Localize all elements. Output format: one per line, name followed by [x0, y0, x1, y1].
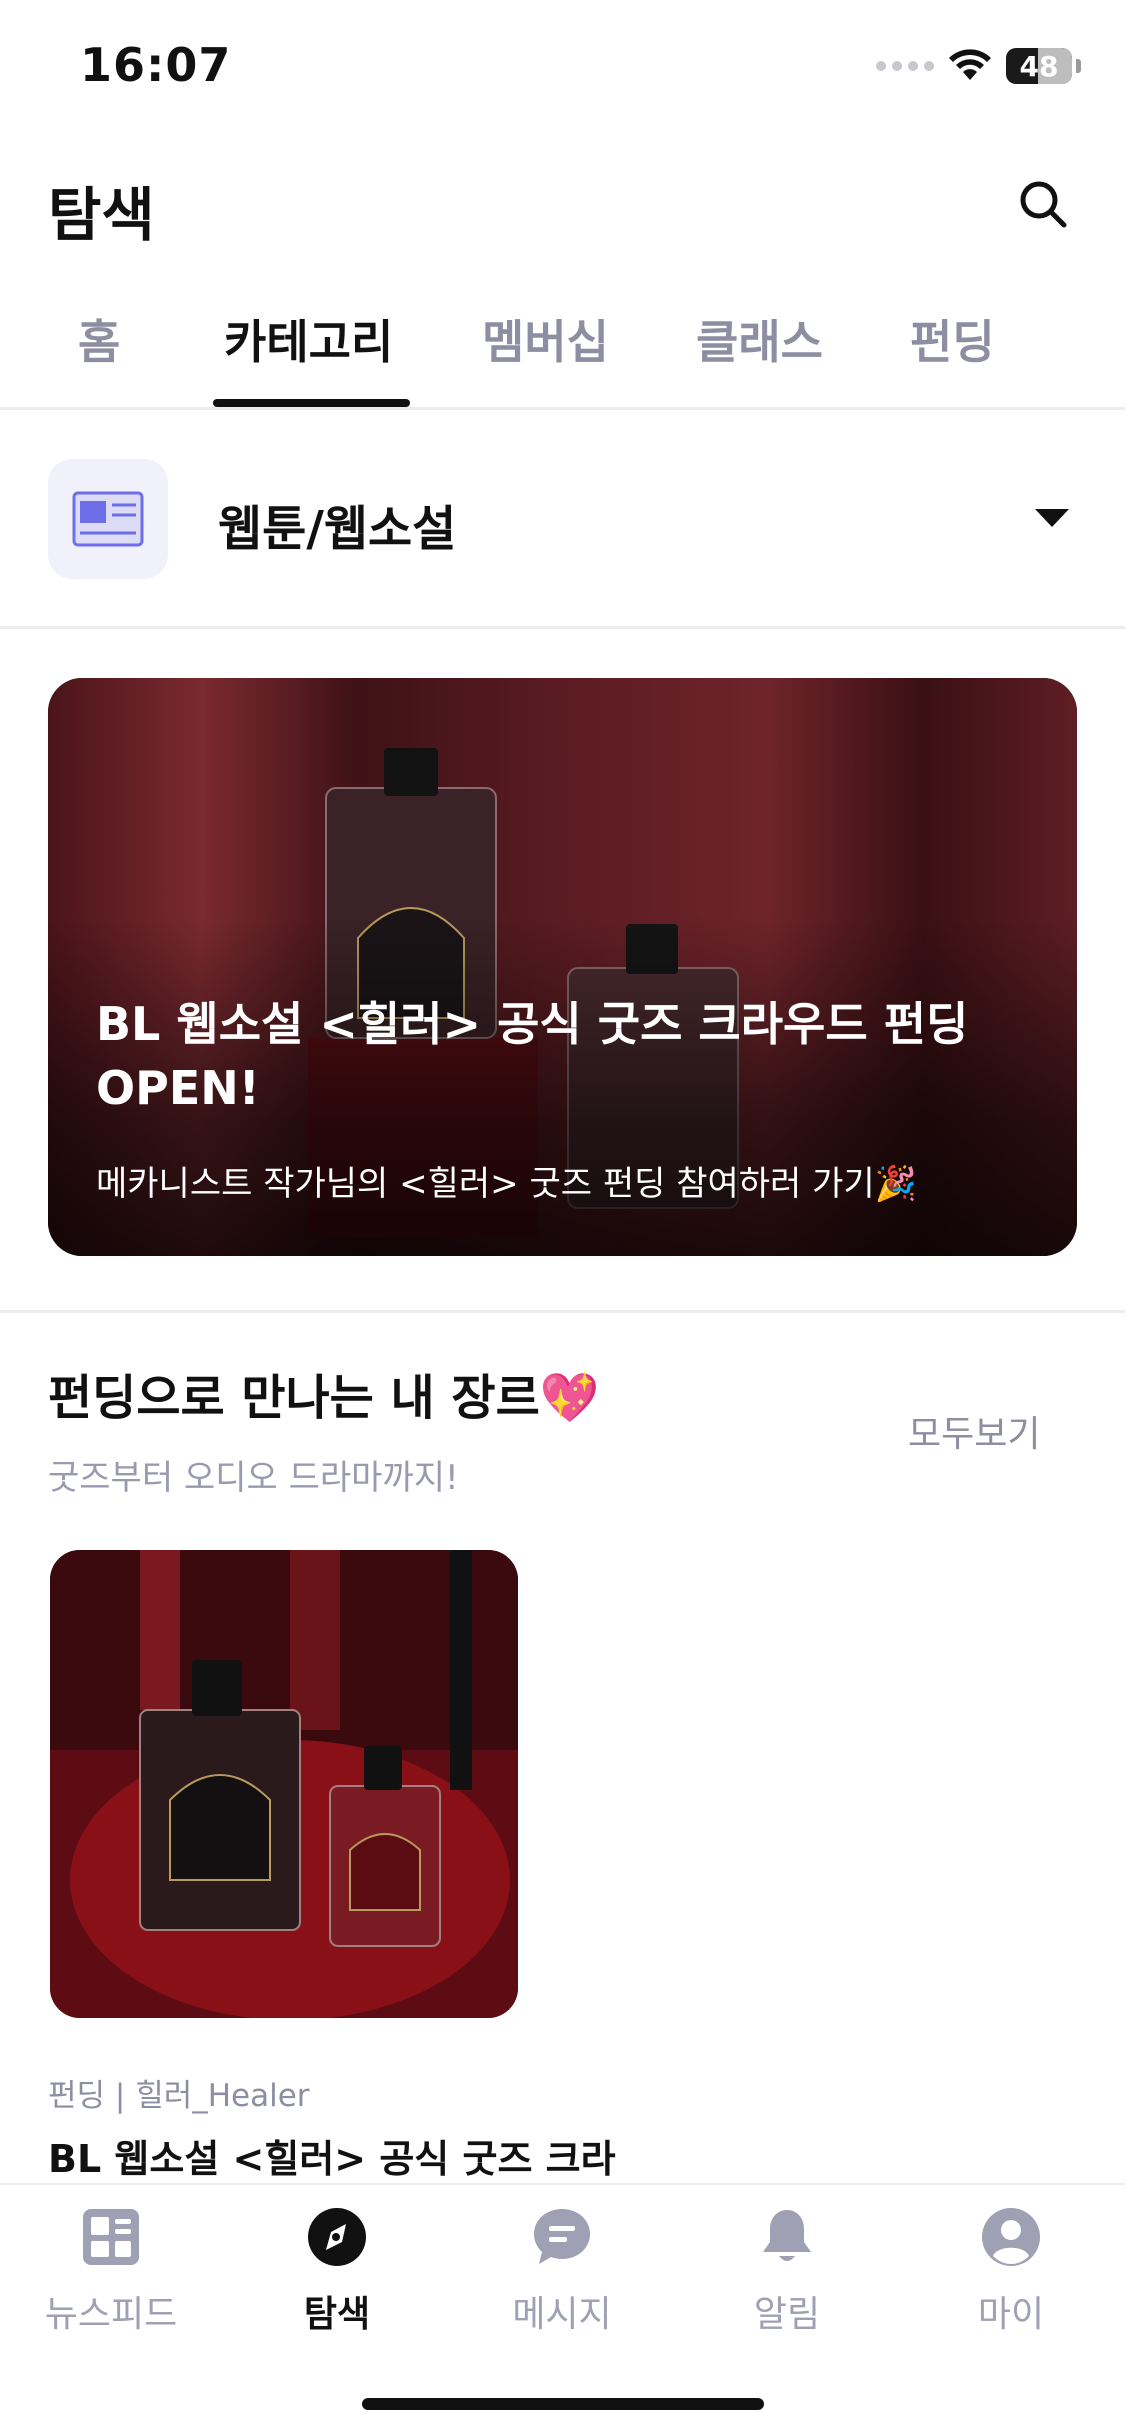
- webtoon-book-icon: [72, 491, 144, 547]
- category-label: 웹툰/웹소설: [218, 501, 457, 557]
- page-title: 탐색: [48, 181, 155, 249]
- cellular-signal-icon: [876, 61, 934, 71]
- category-selector[interactable]: 웹툰/웹소설: [0, 413, 1125, 629]
- nav-item-explore[interactable]: 탐색: [247, 2205, 427, 2355]
- banner-subtitle: 메카니스트 작가님의 <힐러> 굿즈 펀딩 참여하러 가기🎉: [96, 1164, 918, 1204]
- profile-icon: [979, 2205, 1043, 2269]
- promo-banner[interactable]: BL 웹소설 <힐러> 공식 굿즈 크라우드 펀딩 OPEN! 메카니스트 작가…: [48, 678, 1077, 1256]
- perfume-product-image: [50, 1550, 518, 2018]
- active-tab-indicator: [213, 399, 410, 407]
- header: 탐색: [0, 150, 1125, 260]
- tab-home[interactable]: 홈: [78, 306, 120, 372]
- card-meta: 펀딩 | 힐러_Healer: [48, 2078, 310, 2114]
- nav-label-my: 마이: [977, 2294, 1045, 2335]
- nav-item-my[interactable]: 마이: [921, 2205, 1101, 2355]
- search-icon: [1020, 181, 1067, 228]
- tab-funding[interactable]: 펀딩: [910, 306, 995, 372]
- bottom-navigation: 뉴스피드 탐색 메시지 알림 마이: [0, 2183, 1125, 2436]
- see-all-link[interactable]: 모두보기: [908, 1405, 1040, 1457]
- tab-class[interactable]: 클래스: [696, 306, 823, 372]
- home-indicator[interactable]: [362, 2398, 764, 2410]
- section-divider: [0, 1310, 1125, 1313]
- search-button[interactable]: [1013, 174, 1073, 234]
- section-title: 펀딩으로 만나는 내 장르💖: [48, 1370, 600, 1426]
- compass-icon: [305, 2205, 369, 2269]
- battery-cap: [1076, 59, 1081, 73]
- explore-screen: 16:07 48 탐색 홈 카테고리 멤버십 클래스 펀딩 웹툰/웹소설 BL …: [0, 0, 1125, 2436]
- status-time: 16:07: [80, 38, 232, 92]
- wifi-icon: [949, 49, 991, 80]
- battery-icon: 48: [1006, 48, 1072, 84]
- nav-item-newsfeed[interactable]: 뉴스피드: [21, 2205, 201, 2355]
- category-icon-box: [48, 459, 168, 579]
- nav-label-newsfeed: 뉴스피드: [44, 2294, 178, 2335]
- newsfeed-icon: [79, 2205, 143, 2269]
- bell-icon: [755, 2205, 819, 2269]
- message-icon: [530, 2205, 594, 2269]
- tab-membership[interactable]: 멤버십: [482, 306, 609, 372]
- battery-level: 48: [1019, 49, 1059, 83]
- status-bar: 16:07 48: [0, 0, 1125, 140]
- nav-label-explore: 탐색: [303, 2294, 371, 2335]
- nav-item-messages[interactable]: 메시지: [472, 2205, 652, 2355]
- status-icons: 48: [876, 48, 1081, 84]
- chevron-down-icon: [1035, 509, 1069, 527]
- banner-title: BL 웹소설 <힐러> 공식 굿즈 크라우드 펀딩 OPEN!: [96, 997, 969, 1115]
- category-tabs: 홈 카테고리 멤버십 클래스 펀딩: [0, 290, 1125, 410]
- nav-item-notifications[interactable]: 알림: [697, 2205, 877, 2355]
- tab-category[interactable]: 카테고리: [224, 306, 393, 372]
- section-subtitle: 굿즈부터 오디오 드라마까지!: [48, 1458, 459, 1498]
- funding-card-image[interactable]: [50, 1550, 518, 2018]
- nav-label-notifications: 알림: [753, 2294, 821, 2335]
- card-title[interactable]: BL 웹소설 <힐러> 공식 굿즈 크라: [48, 2128, 616, 2183]
- nav-label-messages: 메시지: [512, 2294, 612, 2335]
